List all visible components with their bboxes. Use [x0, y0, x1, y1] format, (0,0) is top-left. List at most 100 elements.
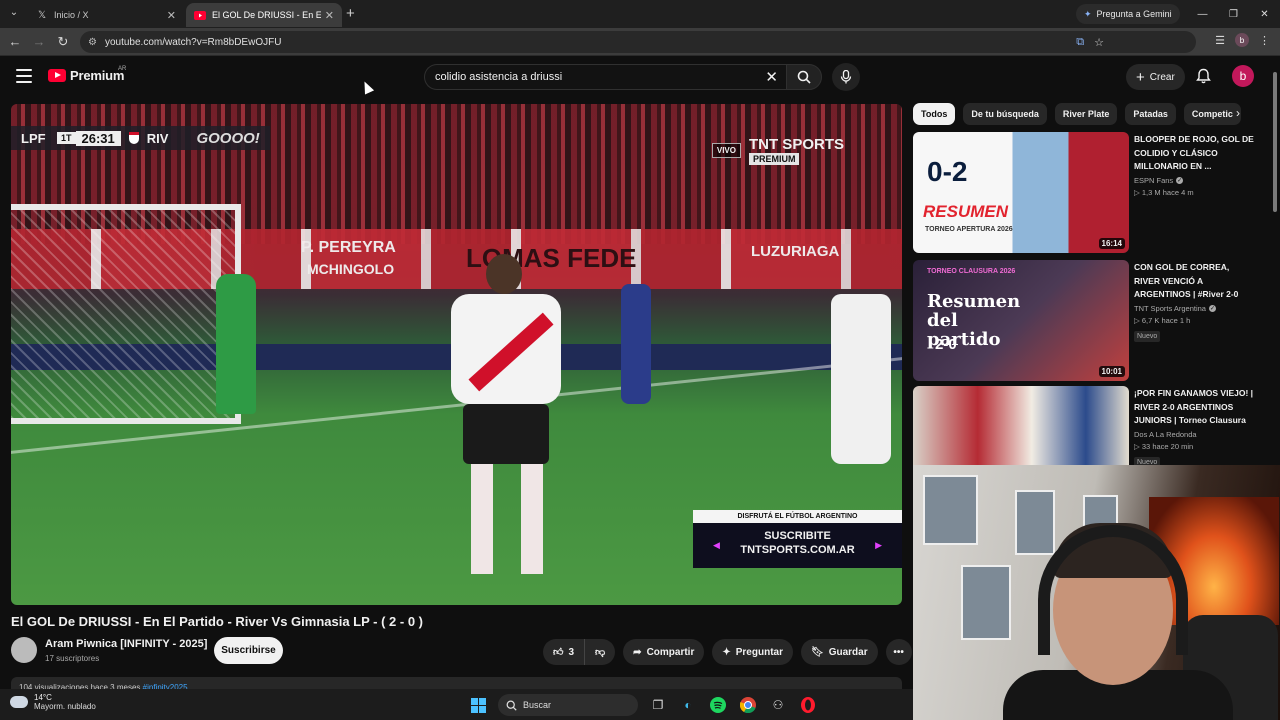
create-button[interactable]: + Crear	[1126, 64, 1185, 90]
minimize-icon[interactable]: —	[1187, 0, 1218, 28]
bookmark-star-icon[interactable]: ☆	[1094, 36, 1104, 49]
windows-start-icon[interactable]	[468, 695, 488, 715]
new-tab-button[interactable]: +	[346, 5, 355, 22]
task-view-icon[interactable]: ❐	[648, 695, 668, 715]
gemini-button[interactable]: ✦ Pregunta a Gemini	[1076, 4, 1180, 24]
share-button[interactable]: ➦ Compartir	[623, 639, 705, 665]
close-tab-icon[interactable]: ✕	[167, 9, 176, 22]
tab-x[interactable]: 𝕏 Inicio / X ✕	[28, 3, 184, 27]
channel-name[interactable]: Aram Piwnica [INFINITY - 2025]	[45, 638, 207, 650]
spotify-icon[interactable]	[708, 695, 728, 715]
opera-icon[interactable]	[798, 695, 818, 715]
profile-avatar[interactable]: b	[1235, 33, 1249, 47]
verified-icon: ✓	[1208, 305, 1216, 312]
restore-icon[interactable]: ❐	[1218, 0, 1249, 28]
guide-menu-icon[interactable]	[16, 69, 32, 83]
rec-views: 33	[1141, 442, 1151, 451]
rec-title[interactable]: ¡POR FIN GANAMOS VIEJO! | RIVER 2-0 ARGE…	[1134, 387, 1254, 428]
promo-line1: SUSCRIBITE	[764, 530, 831, 542]
browser-menu-icon[interactable]: ⋮	[1259, 34, 1270, 47]
video-thumbnail[interactable]: 0-2 RESUMEN TORNEO APERTURA 2026 16:14	[913, 132, 1129, 253]
cloudy-weather-icon	[10, 696, 28, 708]
river-crest-icon	[128, 132, 139, 144]
chip-todos[interactable]: Todos	[913, 103, 956, 125]
ask-button[interactable]: ✦ Preguntar	[712, 639, 793, 665]
wall-poster	[961, 565, 1011, 640]
rec-views: 1,3 M	[1141, 187, 1161, 197]
youtube-icon	[194, 9, 206, 21]
opponent-figure	[621, 284, 651, 404]
account-avatar[interactable]: b	[1232, 65, 1254, 87]
app-icon[interactable]: ⚇	[768, 695, 788, 715]
youtube-premium-logo[interactable]: Premium AR	[48, 66, 127, 83]
rec-title[interactable]: CON GOL DE CORREA, RIVER VENCIÓ A ARGENT…	[1134, 261, 1254, 302]
page-scrollbar[interactable]	[1270, 56, 1280, 465]
subscribe-button[interactable]: Suscribirse	[214, 637, 283, 664]
tab-youtube[interactable]: El GOL De DRIUSSI - En El Partid ✕	[186, 3, 342, 27]
clear-search-icon[interactable]: ✕	[765, 68, 778, 86]
address-bar[interactable]: ⚙ youtube.com/watch?v=Rm8bDEwOJFU ⧉ ☆	[80, 31, 1196, 53]
search-button[interactable]	[786, 64, 822, 90]
thumb-subtitle: TORNEO APERTURA 2026	[925, 226, 1013, 233]
voice-search-button[interactable]	[832, 63, 860, 91]
more-actions-button[interactable]: •••	[885, 639, 912, 665]
rec-title[interactable]: BLOOPER DE ROJO, GOL DE COLIDIO Y CLÁSIC…	[1134, 133, 1254, 174]
goal-net	[11, 204, 241, 424]
forward-icon[interactable]: →	[31, 34, 47, 49]
weather-widget[interactable]: 14°C Mayorm. nublado	[10, 693, 96, 711]
celebrating-player	[441, 254, 571, 584]
rec-views: 6,7 K	[1141, 316, 1160, 325]
search-input[interactable]: colidio asistencia a driussi ✕	[424, 64, 786, 90]
recommendation-item[interactable]: TORNEO CLAUSURA 2026 Resumen del partido…	[913, 260, 1263, 381]
play-count-icon: ▷	[1134, 316, 1140, 325]
taskbar-search[interactable]: Buscar	[498, 694, 638, 716]
back-icon[interactable]: ←	[7, 34, 23, 49]
chip-de-tu-busqueda[interactable]: De tu búsqueda	[963, 103, 1047, 125]
video-thumbnail[interactable]: TORNEO CLAUSURA 2026 Resumen del partido…	[913, 260, 1129, 381]
browser-toolbar: ← → ↻ ⚙ youtube.com/watch?v=Rm8bDEwOJFU …	[0, 28, 1280, 56]
notifications-bell-icon[interactable]	[1196, 68, 1211, 89]
save-button[interactable]: 🔖︎ Guardar	[800, 639, 878, 665]
like-count: 3	[568, 646, 575, 658]
tnt-promo-banner: DISFRUTÁ EL FÚTBOL ARGENTINO ◀ SUSCRIBIT…	[693, 510, 902, 568]
edge-icon[interactable]: ◐	[678, 695, 698, 715]
tab-title: Inicio / X	[54, 10, 89, 20]
chip-competicion[interactable]: Competic	[1183, 103, 1241, 125]
reload-icon[interactable]: ↻	[55, 34, 71, 50]
rec-channel[interactable]: TNT Sports Argentina	[1134, 304, 1206, 313]
window-controls: — ❐ ✕	[1187, 0, 1280, 28]
country-code: AR	[118, 66, 127, 72]
like-button[interactable]: 👍︎ 3	[543, 639, 586, 665]
chevron-right-icon[interactable]: ›	[1236, 106, 1240, 120]
scorebug: LPF 1T 26:31 RIV GOOOO!	[11, 126, 270, 150]
scrollbar-thumb[interactable]	[1273, 72, 1277, 212]
rec-channel[interactable]: Dos A La Redonda	[1134, 430, 1197, 439]
translate-icon[interactable]: ⧉	[1076, 36, 1084, 49]
channel-avatar[interactable]	[11, 637, 37, 663]
thumb-subtitle: TORNEO CLAUSURA 2026	[927, 268, 1016, 275]
gemini-icon: ✦	[1084, 8, 1092, 19]
promo-arrow-left-icon: ◀	[713, 540, 720, 550]
chip-river-plate[interactable]: River Plate	[1054, 103, 1118, 125]
rec-channel[interactable]: ESPN Fans	[1134, 176, 1173, 185]
verified-icon: ✓	[1176, 176, 1184, 184]
thumbs-up-icon: 👍︎	[553, 647, 564, 658]
promo-line2: TNTSPORTS.COM.AR	[740, 544, 855, 556]
x-logo-icon: 𝕏	[37, 9, 47, 21]
tab-search-button[interactable]: ⌄	[6, 5, 22, 21]
tab-groups-icon[interactable]: ☰	[1215, 34, 1225, 47]
bookmark-icon: 🔖︎	[810, 646, 824, 658]
chrome-icon[interactable]	[738, 695, 758, 715]
youtube-play-icon	[48, 69, 66, 82]
play-count-icon: ▷	[1134, 187, 1140, 197]
close-window-icon[interactable]: ✕	[1249, 0, 1280, 28]
recommendation-item[interactable]: 0-2 RESUMEN TORNEO APERTURA 2026 16:14 B…	[913, 132, 1263, 253]
thumb-score: 2-0	[935, 336, 957, 353]
site-info-icon[interactable]: ⚙	[88, 37, 97, 48]
video-player[interactable]: P. PEREYRA MCHINGOLO LOMAS FEDE LUZURIAG…	[11, 104, 902, 605]
dislike-button[interactable]: 👎︎	[585, 639, 616, 665]
like-dislike-group: 👍︎ 3 👎︎	[543, 639, 616, 665]
share-label: Compartir	[646, 646, 695, 658]
chip-patadas[interactable]: Patadas	[1125, 103, 1176, 125]
close-tab-icon[interactable]: ✕	[325, 9, 334, 22]
